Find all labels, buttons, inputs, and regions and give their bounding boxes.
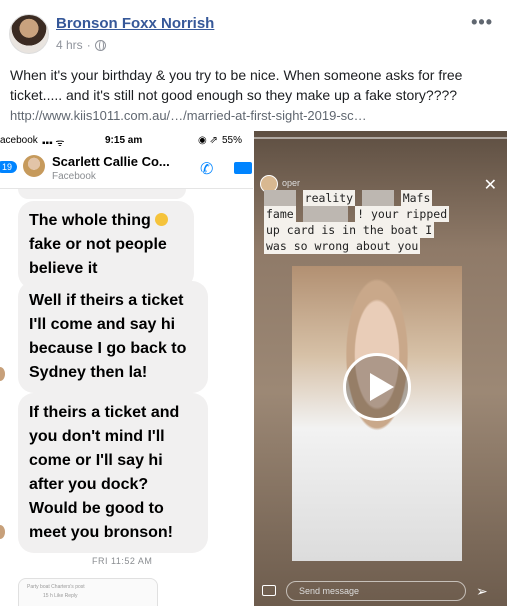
message-bubble: Well if theirs a ticket I'll come and sa… [18, 281, 208, 393]
message-bubble: If theirs a ticket and you don't mind I'… [18, 393, 208, 553]
battery-icon: ◉ ⇗ [198, 135, 218, 146]
contact-sub: Facebook [52, 171, 96, 182]
sender-avatar [0, 367, 5, 381]
chat-header: 19 Scarlett Callie Co... Facebook ✆ [0, 149, 253, 189]
sad-emoji-icon [155, 213, 169, 226]
caption-text: reality [302, 190, 356, 206]
message-text: Well if theirs a ticket I'll come and sa… [29, 292, 187, 381]
post-header: Bronson Foxx Norrish 4 hrs · ••• [0, 0, 507, 60]
caption-text: Mafs [400, 190, 433, 206]
message-timestamp: FRI 11:52 AM [92, 556, 153, 566]
story-bottom-bar: Send message ➢ [254, 577, 507, 606]
author-name-link[interactable]: Bronson Foxx Norrish [56, 15, 214, 32]
messenger-screenshot: acebook ▪▪▪ ᯤ 9:15 am ◉ ⇗ 55% 19 Scarlet… [0, 131, 253, 606]
status-bar: acebook ▪▪▪ ᯤ 9:15 am ◉ ⇗ 55% [0, 131, 253, 149]
camera-icon[interactable] [262, 585, 276, 596]
battery-percent: 55% [222, 135, 243, 146]
contact-name[interactable]: Scarlett Callie Co... [52, 154, 170, 169]
story-progress-bar [254, 137, 507, 139]
phone-icon[interactable]: ✆ [200, 159, 213, 179]
message-text: fake or not people believe it [29, 236, 167, 277]
card-title: Party boat Charters's post [27, 584, 85, 590]
sender-avatar [0, 525, 5, 539]
story-screenshot: oper ✕ xxxx reality xxxx Mafs fame xxxxx… [254, 131, 507, 606]
post-link[interactable]: http://www.kiis1011.com.au/…/married-at-… [10, 108, 367, 123]
post-image[interactable]: acebook ▪▪▪ ᯤ 9:15 am ◉ ⇗ 55% 19 Scarlet… [0, 131, 507, 606]
message-bubble: The whole thing fake or not people belie… [18, 201, 194, 289]
caption-text: was so wrong about you [264, 238, 421, 254]
separator: · [86, 38, 91, 52]
caption-text: up card is in the boat I [264, 222, 435, 238]
send-message-input[interactable]: Send message [286, 581, 466, 601]
redacted-text: xxxxxx [302, 206, 349, 222]
back-badge[interactable]: 19 [0, 161, 18, 173]
caption-text: fame [264, 206, 296, 222]
author-avatar[interactable] [9, 14, 49, 54]
caption-text: ! your ripped [355, 206, 450, 222]
message-text: If theirs a ticket and you don't mind I'… [29, 404, 180, 541]
globe-icon[interactable] [94, 39, 106, 51]
story-caption: xxxx reality xxxx Mafs fame xxxxxx ! you… [264, 190, 498, 254]
more-options-button[interactable]: ••• [471, 12, 493, 33]
contact-avatar[interactable] [23, 155, 45, 177]
redacted-text: xxxx [264, 190, 296, 206]
post-time[interactable]: 4 hrs [56, 38, 83, 52]
post-meta: 4 hrs · [56, 38, 106, 52]
send-icon[interactable]: ➢ [476, 583, 488, 600]
carrier-label: acebook [0, 135, 38, 146]
post-text: When it's your birthday & you try to be … [10, 67, 463, 103]
card-actions: 15 h Like Reply [43, 593, 78, 599]
shared-post-card[interactable]: Party boat Charters's post 15 h Like Rep… [18, 578, 158, 606]
message-text: The whole thing [29, 212, 151, 229]
message-bubble-partial [18, 189, 186, 199]
signal-icon: ▪▪▪ ᯤ [42, 138, 65, 149]
status-time: 9:15 am [105, 135, 143, 146]
redacted-text: xxxx [362, 190, 394, 206]
play-button[interactable] [343, 353, 411, 421]
story-username: oper [282, 178, 301, 188]
video-icon[interactable] [234, 162, 252, 174]
